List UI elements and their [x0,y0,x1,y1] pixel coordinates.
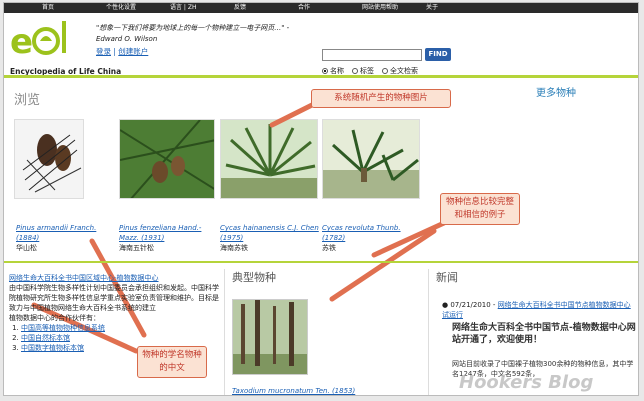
browser-page: 首页 个性化设置 语言 | ZH 反馈 合作 网站使用帮助 关于 e Encyc… [3,2,639,396]
news-date: 07/21/2010 [450,301,491,309]
callout-complete-example: 物种信息比较完整和相信的例子 [440,193,520,225]
featured-species-title: 典型物种 [232,271,276,284]
data-center-description: 由中国科学院生物多样性计划中国委员会承担组织和发起。中国科学院植物研究所生物多样… [9,284,219,312]
news-item: ● 07/21/2010 - 网络生命大百科全书中国节点植物数据中心试运行 [442,301,631,319]
partner-link-2[interactable]: 中国自然标本馆 [21,334,70,342]
forest-image [233,300,307,374]
list-item: 中国自然标本馆 [21,333,219,343]
news-title: 新闻 [436,271,458,284]
list-item: 中国数字植物标本馆 [21,343,219,353]
callout-random-photos: 系统随机产生的物种图片 [311,89,451,108]
partners-list: 中国高等植物物种信息系统 中国自然标本馆 中国数字植物标本馆 [21,323,219,353]
news-headline: 网络生命大百科全书中国节点-植物数据中心网站开通了，欢迎使用！ [452,323,636,345]
partners-label: 植物数据中心的合作伙伴有： [9,314,100,322]
featured-species-caption[interactable]: Taxodium mucronatum Ten. (1853) [232,387,355,395]
data-center-intro: 网络生命大百科全书中国区域中心-植物数据中心 由中国科学院生物多样性计划中国委员… [9,273,219,353]
partner-link-3[interactable]: 中国数字植物标本馆 [21,344,84,352]
section-divider [4,261,638,263]
column-divider [428,269,429,395]
data-center-link[interactable]: 网络生命大百科全书中国区域中心-植物数据中心 [9,273,219,283]
featured-species-photo[interactable] [232,299,308,375]
column-divider [224,269,225,395]
list-item: 中国高等植物物种信息系统 [21,323,219,333]
partner-link-1[interactable]: 中国高等植物物种信息系统 [21,324,105,332]
watermark: Hookers Blog [459,372,594,393]
